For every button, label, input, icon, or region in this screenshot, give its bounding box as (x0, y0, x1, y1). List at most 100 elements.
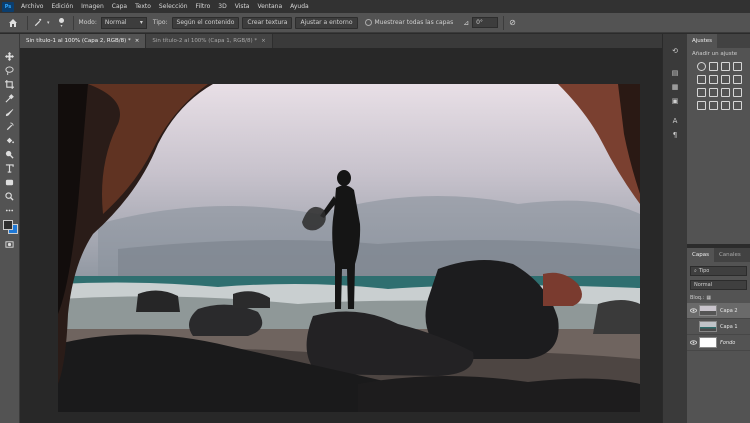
layer-thumbnail (699, 337, 717, 348)
photo-filter-icon[interactable] (697, 88, 706, 97)
color-balance-icon[interactable] (721, 75, 730, 84)
layer-name: Capa 1 (720, 323, 738, 330)
exposure-icon[interactable] (733, 62, 742, 71)
paint-bucket-tool-icon[interactable] (5, 136, 14, 145)
pressure-size-icon[interactable]: ⊘ (509, 18, 516, 27)
vibrance-icon[interactable] (697, 75, 706, 84)
invert-icon[interactable] (733, 88, 742, 97)
history-panel-icon[interactable]: ⟲ (670, 46, 680, 56)
properties-panel-icon[interactable]: ▤ (670, 68, 680, 78)
tab-document-2[interactable]: Sin título-2 al 100% (Capa 1, RGB/8) * × (146, 34, 273, 48)
adjustments-subtitle: Añadir un ajuste (692, 51, 738, 57)
posterize-icon[interactable] (697, 101, 706, 110)
mode-value: Normal (104, 19, 127, 26)
document-canvas[interactable] (58, 84, 640, 412)
tab-layers[interactable]: Capas (687, 248, 714, 262)
search-icon: ⌕ (694, 268, 697, 274)
character-panel-icon[interactable]: A (670, 116, 680, 126)
layer-row[interactable]: Fondo (687, 335, 750, 351)
layers-panel: Capas Canales Tr ⌕ Tipo Normal Bloq.: ▦ … (687, 248, 750, 423)
threshold-icon[interactable] (709, 101, 718, 110)
menu-ayuda[interactable]: Ayuda (286, 3, 313, 10)
panel-icon-strip: ⟲ ▤ ▦ ▣ A ¶ (662, 34, 687, 423)
layer-name: Fondo (720, 339, 736, 346)
tab-label: Sin título-1 al 100% (Capa 2, RGB/8) * (26, 38, 131, 44)
hue-saturation-icon[interactable] (709, 75, 718, 84)
libraries-panel-icon[interactable]: ▦ (670, 82, 680, 92)
paragraph-panel-icon[interactable]: ¶ (670, 130, 680, 140)
type-tool-icon[interactable] (5, 164, 14, 173)
tab-adjustments[interactable]: Ajustes (687, 34, 718, 48)
document-tabs: Sin título-1 al 100% (Capa 2, RGB/8) * ×… (20, 34, 662, 48)
layer-name: Capa 2 (720, 307, 738, 314)
curves-icon[interactable] (721, 62, 730, 71)
tab-document-1[interactable]: Sin título-1 al 100% (Capa 2, RGB/8) * × (20, 34, 147, 48)
adjustments-row-2 (687, 73, 750, 86)
menu-filtro[interactable]: Filtro (192, 3, 215, 10)
tool-preset-chevron-icon[interactable]: ▾ (47, 20, 50, 26)
type-label: Tipo: (152, 19, 168, 26)
menu-ventana[interactable]: Ventana (253, 3, 286, 10)
more-tools-icon[interactable] (5, 206, 14, 215)
home-icon[interactable] (4, 14, 22, 32)
type-create-texture-button[interactable]: Crear textura (242, 16, 293, 29)
layer-filter-field[interactable]: ⌕ Tipo (690, 266, 747, 276)
close-icon[interactable]: × (135, 38, 140, 44)
options-bar: ▾ ▾ Modo: Normal ▾ Tipo: Según el conten… (0, 13, 750, 33)
eyedropper-tool-icon[interactable] (5, 94, 14, 103)
menu-seleccion[interactable]: Selección (155, 3, 192, 10)
move-tool-icon[interactable] (5, 52, 14, 61)
separator (72, 15, 74, 30)
zoom-tool-icon[interactable] (5, 192, 14, 201)
color-lookup-icon[interactable] (721, 88, 730, 97)
menu-vista[interactable]: Vista (231, 3, 254, 10)
blend-mode-value: Normal (694, 282, 713, 288)
quick-mask-icon[interactable] (5, 240, 14, 249)
menu-edicion[interactable]: Edición (47, 3, 77, 10)
channel-mixer-icon[interactable] (709, 88, 718, 97)
layer-row[interactable]: Capa 1 (687, 319, 750, 335)
close-icon[interactable]: × (261, 38, 266, 44)
lock-pixels-icon[interactable]: ▦ (706, 295, 711, 301)
brightness-contrast-icon[interactable] (697, 62, 706, 71)
swatches-panel-icon[interactable]: ▣ (670, 96, 680, 106)
brush-size-icon[interactable]: ▾ (56, 17, 68, 28)
spot-healing-brush-icon[interactable] (33, 18, 47, 27)
blend-mode-select[interactable]: Normal (690, 280, 747, 290)
separator (503, 15, 505, 30)
dodge-tool-icon[interactable] (5, 150, 14, 159)
tab-paths[interactable]: Tr (746, 248, 750, 262)
lock-label: Bloq.: (690, 295, 705, 301)
tab-label: Sin título-2 al 100% (Capa 1, RGB/8) * (152, 38, 258, 44)
levels-icon[interactable] (709, 62, 718, 71)
menu-archivo[interactable]: Archivo (17, 3, 47, 10)
gradient-map-icon[interactable] (721, 101, 730, 110)
lasso-tool-icon[interactable] (5, 66, 14, 75)
menu-3d[interactable]: 3D (214, 3, 230, 10)
mode-select[interactable]: Normal ▾ (100, 16, 147, 29)
beach-cave-photo (58, 84, 640, 412)
rectangle-tool-icon[interactable] (5, 178, 14, 187)
sample-all-layers-checkbox[interactable] (364, 19, 372, 26)
crop-tool-icon[interactable] (5, 80, 14, 89)
menu-texto[interactable]: Texto (131, 3, 155, 10)
menu-capa[interactable]: Capa (108, 3, 131, 10)
layer-row[interactable]: Capa 2 (687, 303, 750, 319)
brush-tool-icon[interactable] (5, 108, 14, 117)
adjustments-row-4 (687, 99, 750, 112)
history-brush-tool-icon[interactable] (5, 122, 14, 131)
selective-color-icon[interactable] (733, 101, 742, 110)
adjustments-row-1 (687, 60, 750, 73)
visibility-eye-icon[interactable] (687, 308, 699, 313)
menu-bar: Ps Archivo Edición Imagen Capa Texto Sel… (0, 0, 750, 13)
tab-channels[interactable]: Canales (714, 248, 746, 262)
black-white-icon[interactable] (733, 75, 742, 84)
chevron-down-icon: ▾ (139, 19, 143, 26)
foreground-color-swatch[interactable] (3, 220, 13, 230)
visibility-eye-icon[interactable] (687, 340, 699, 345)
angle-input[interactable]: 0° (472, 17, 499, 28)
type-content-aware-button[interactable]: Según el contenido (171, 16, 240, 29)
type-proximity-match-button[interactable]: Ajustar a entorno (295, 16, 358, 29)
sample-all-layers-label: Muestrear todas las capas (374, 19, 454, 26)
menu-imagen[interactable]: Imagen (77, 3, 108, 10)
